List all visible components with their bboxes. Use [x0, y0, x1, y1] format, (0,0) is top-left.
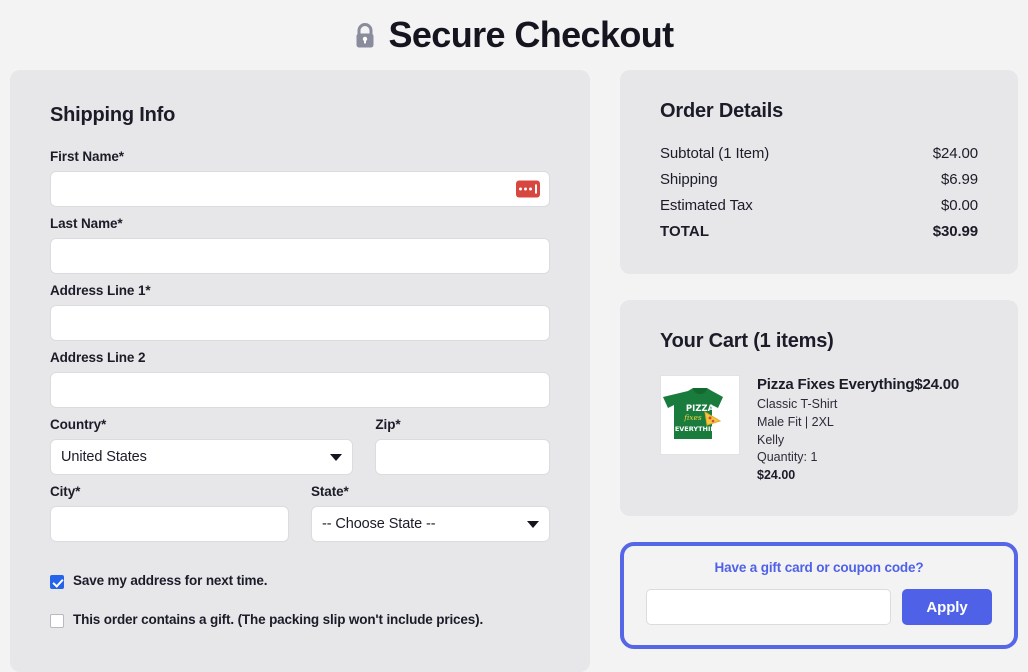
order-row-total: TOTAL $30.99: [660, 223, 978, 240]
lock-icon: [356, 23, 374, 48]
your-cart-panel: Your Cart (1 items) PIZZA fixes EVERYTHI…: [620, 300, 1018, 516]
gift-order-checkbox[interactable]: [50, 614, 64, 629]
field-first-name: First Name*: [50, 149, 550, 207]
field-country: Country* United States: [50, 417, 354, 475]
checkout-layout: Shipping Info First Name* Last Name* Add…: [0, 70, 1028, 672]
order-details-rows: Subtotal (1 Item) $24.00 Shipping $6.99 …: [660, 145, 978, 240]
product-thumbnail[interactable]: PIZZA fixes EVERYTHING: [660, 375, 740, 455]
cart-item-title-price: Pizza Fixes Everything$24.00: [757, 376, 960, 393]
address-line-1-input[interactable]: [50, 305, 550, 341]
city-label: City*: [50, 484, 81, 499]
field-city: City*: [50, 484, 289, 542]
country-zip-row: Country* United States Zip*: [50, 417, 550, 484]
tax-value: $0.00: [940, 197, 978, 214]
cart-item-quantity: Quantity: 1: [757, 450, 818, 465]
country-label: Country*: [50, 417, 107, 432]
chevron-down-icon: [330, 454, 343, 461]
total-label: TOTAL: [660, 223, 710, 240]
save-address-checkbox[interactable]: [50, 575, 64, 589]
shipping-value: $6.99: [940, 171, 978, 188]
order-details-panel: Order Details Subtotal (1 Item) $24.00 S…: [620, 70, 1018, 274]
apply-coupon-button[interactable]: Apply: [902, 589, 992, 625]
field-state: State* -- Choose State --: [311, 484, 550, 542]
order-row-shipping: Shipping $6.99: [660, 171, 978, 188]
coupon-row: Apply: [646, 589, 992, 625]
first-name-input[interactable]: [50, 171, 550, 207]
first-name-label: First Name*: [50, 149, 124, 164]
country-select-wrap[interactable]: United States: [50, 439, 354, 475]
cart-item-info: Pizza Fixes Everything$24.00 Classic T-S…: [757, 375, 959, 482]
page-header: Secure Checkout: [0, 0, 1028, 70]
field-zip: Zip*: [375, 417, 550, 475]
gift-order-label: This order contains a gift. (The packing…: [73, 612, 484, 628]
chevron-down-icon: [527, 521, 539, 528]
order-details-title: Order Details: [660, 100, 784, 122]
cart-item-fit-size: Male Fit | 2XL: [757, 414, 834, 429]
total-value: $30.99: [932, 223, 978, 240]
password-autofill-icon[interactable]: [516, 180, 540, 198]
cart-item-color: Kelly: [757, 432, 785, 447]
state-select[interactable]: -- Choose State --: [311, 506, 550, 542]
save-address-label: Save my address for next time.: [73, 573, 268, 588]
shipping-label: Shipping: [660, 171, 718, 188]
state-label: State*: [311, 484, 349, 499]
green-tshirt-icon: PIZZA fixes EVERYTHING: [663, 388, 723, 439]
city-input[interactable]: [50, 506, 289, 542]
state-select-wrap[interactable]: -- Choose State --: [311, 506, 550, 542]
coupon-code-input[interactable]: [646, 589, 891, 625]
coupon-title: Have a gift card or coupon code?: [714, 560, 924, 575]
gift-order-checkbox-row[interactable]: This order contains a gift. (The packing…: [50, 612, 550, 629]
subtotal-value: $24.00: [932, 145, 978, 162]
shipping-info-panel: Shipping Info First Name* Last Name* Add…: [10, 70, 590, 672]
shipping-info-title: Shipping Info: [50, 104, 176, 126]
last-name-input[interactable]: [50, 238, 550, 274]
address-line-2-label: Address Line 2: [50, 350, 146, 365]
field-address-line-2: Address Line 2: [50, 350, 550, 408]
cart-item-price: $24.00: [757, 468, 796, 482]
address-line-1-label: Address Line 1*: [50, 283, 151, 298]
country-select[interactable]: United States: [50, 439, 354, 475]
order-row-tax: Estimated Tax $0.00: [660, 197, 978, 214]
save-address-checkbox-row[interactable]: Save my address for next time.: [50, 573, 550, 589]
cart-item-style: Classic T-Shirt: [757, 397, 838, 411]
your-cart-title: Your Cart (1 items): [660, 330, 834, 352]
zip-label: Zip*: [375, 417, 401, 432]
last-name-label: Last Name*: [50, 216, 123, 231]
svg-text:fixes: fixes: [683, 413, 702, 422]
first-name-input-wrap: [50, 171, 550, 207]
tax-label: Estimated Tax: [660, 197, 753, 214]
zip-input[interactable]: [375, 439, 550, 475]
svg-text:EVERYTHING: EVERYTHING: [675, 425, 721, 433]
order-row-subtotal: Subtotal (1 Item) $24.00: [660, 145, 978, 162]
address-line-2-input[interactable]: [50, 372, 550, 408]
subtotal-label: Subtotal (1 Item): [660, 145, 770, 162]
city-state-row: City* State* -- Choose State --: [50, 484, 550, 551]
field-address-line-1: Address Line 1*: [50, 283, 550, 341]
field-last-name: Last Name*: [50, 216, 550, 274]
shipping-column: Shipping Info First Name* Last Name* Add…: [10, 70, 590, 672]
cart-item[interactable]: PIZZA fixes EVERYTHING Pizza Fixes Every…: [660, 375, 978, 482]
coupon-panel: Have a gift card or coupon code? Apply: [620, 542, 1018, 649]
summary-column: Order Details Subtotal (1 Item) $24.00 S…: [620, 70, 1018, 649]
page-title: Secure Checkout: [388, 14, 674, 55]
